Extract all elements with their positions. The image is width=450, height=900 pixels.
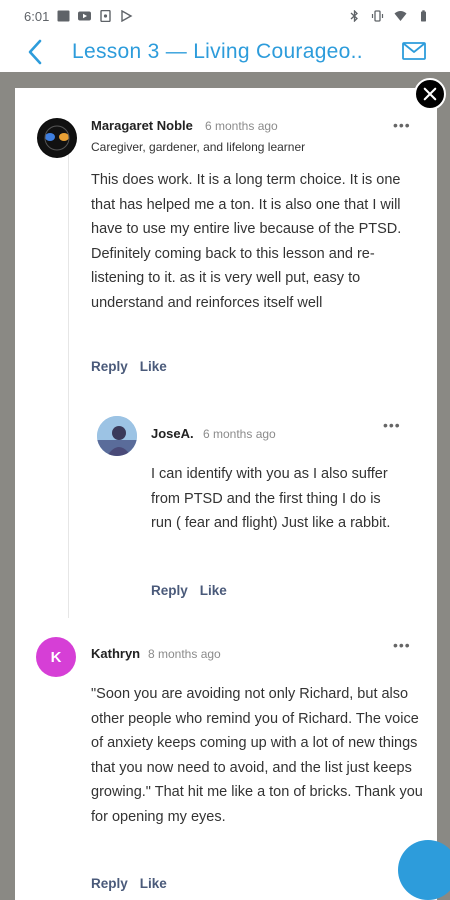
status-bar: 6:01 [0, 0, 450, 32]
comment: K Kathryn 8 months ago ••• "Soon you are… [15, 628, 437, 900]
more-options-button[interactable]: ••• [393, 638, 411, 652]
comment-author[interactable]: Maragaret Noble [91, 118, 193, 133]
comment: Maragaret Noble 6 months ago ••• Caregiv… [15, 88, 437, 388]
avatar[interactable]: K [36, 637, 76, 677]
avatar[interactable] [97, 416, 137, 456]
avatar-image [97, 416, 137, 456]
avatar[interactable] [37, 118, 77, 158]
reply-button[interactable]: Reply [91, 876, 128, 891]
comments-modal: Maragaret Noble 6 months ago ••• Caregiv… [15, 88, 437, 900]
like-button[interactable]: Like [200, 583, 227, 598]
comment-author[interactable]: Kathryn [91, 646, 140, 661]
author-tagline: Caregiver, gardener, and lifelong learne… [91, 140, 306, 154]
close-icon [423, 87, 437, 101]
gallery-icon [57, 10, 70, 22]
vibrate-icon [371, 10, 384, 22]
comment-body: "Soon you are avoiding not only Richard,… [91, 686, 423, 825]
reply-button[interactable]: Reply [151, 583, 188, 598]
chat-fab-button[interactable] [398, 840, 450, 900]
comment-actions: Reply Like [151, 583, 227, 598]
comment-actions: Reply Like [91, 876, 167, 891]
reply-button[interactable]: Reply [91, 359, 128, 374]
like-button[interactable]: Like [140, 876, 167, 891]
comment-actions: Reply Like [91, 359, 167, 374]
mail-icon[interactable] [402, 41, 426, 61]
comment-body: I can identify with you as I also suffer… [151, 466, 391, 531]
more-options-button[interactable]: ••• [393, 118, 411, 132]
comment-time: 6 months ago [203, 427, 276, 441]
like-button[interactable]: Like [140, 359, 167, 374]
app-header: Lesson 3 — Living Courageo.. [0, 32, 450, 72]
reply-comment: JoseA. 6 months ago ••• I can identify w… [15, 388, 437, 608]
wifi-icon [394, 11, 407, 21]
avatar-letter: K [50, 648, 62, 666]
comment-time: 8 months ago [148, 647, 221, 661]
battery-icon [421, 10, 426, 22]
status-time: 6:01 [24, 8, 50, 24]
bluetooth-icon [350, 10, 358, 22]
more-options-button[interactable]: ••• [383, 418, 401, 432]
close-button[interactable] [414, 78, 446, 110]
play-store-icon [121, 10, 133, 22]
comment-author[interactable]: JoseA. [151, 426, 194, 441]
avatar-image [38, 119, 76, 157]
comment-time: 6 months ago [205, 119, 278, 133]
document-icon [100, 10, 112, 22]
youtube-icon [78, 11, 92, 21]
page-title: Lesson 3 — Living Courageo.. [72, 40, 363, 63]
back-arrow-icon[interactable] [24, 38, 48, 66]
comment-body: This does work. It is a long term choice… [91, 172, 402, 311]
